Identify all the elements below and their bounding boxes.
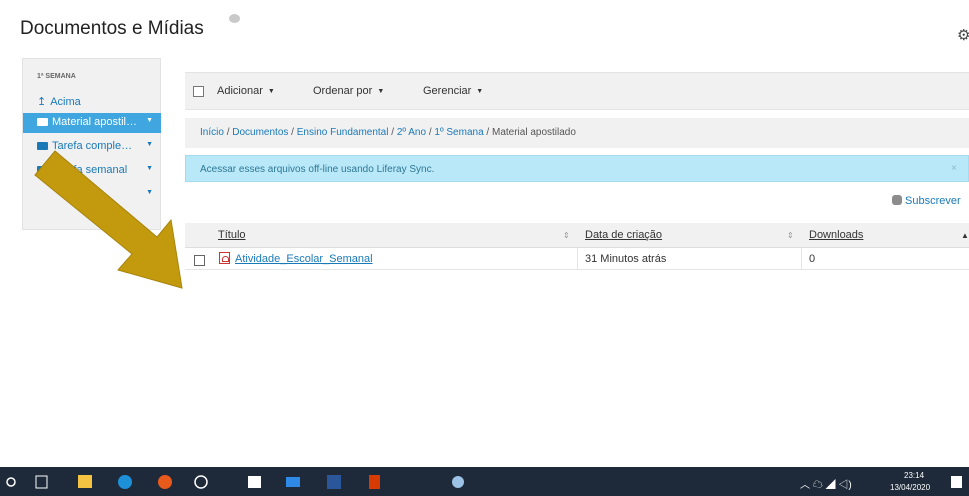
- notification-icon: [951, 476, 962, 488]
- firefox-icon: [158, 475, 172, 489]
- edge-icon: [118, 475, 132, 489]
- task-view-icon: [35, 475, 48, 489]
- paint-icon: [452, 476, 464, 488]
- arrow-shape: [34, 150, 183, 289]
- search-icon: [6, 477, 16, 487]
- tray-icons[interactable]: ︿ ☁ ◢ ◁): [800, 476, 852, 491]
- clock-date[interactable]: 13/04/2020: [890, 483, 930, 492]
- office-icon: [369, 475, 380, 489]
- file-explorer-icon: [78, 475, 92, 488]
- windows-taskbar: ︿ ☁ ◢ ◁) 23:14 13/04/2020: [0, 467, 969, 496]
- mail-icon: [286, 477, 300, 487]
- store-icon: [248, 476, 261, 488]
- clock-time[interactable]: 23:14: [904, 471, 924, 480]
- settings-icon: [194, 475, 208, 489]
- annotation-arrow: [34, 150, 183, 289]
- word-icon: [327, 475, 341, 489]
